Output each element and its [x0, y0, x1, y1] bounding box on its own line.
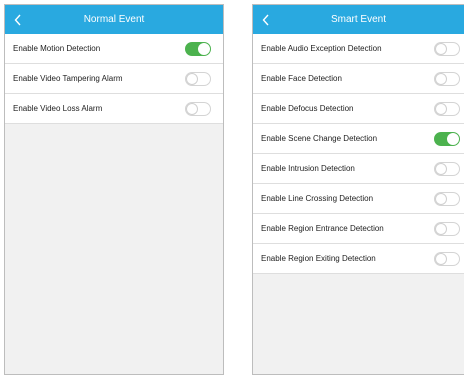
page-title: Smart Event	[330, 14, 387, 25]
toggle-knob	[435, 223, 447, 235]
navigation-bar: Normal Event	[5, 5, 223, 34]
toggle-switch[interactable]	[434, 252, 460, 266]
toggle-knob	[447, 133, 459, 145]
list-item-scene-change-detection[interactable]: Enable Scene Change Detection	[253, 124, 464, 154]
toggle-knob	[435, 193, 447, 205]
item-label: Enable Region Entrance Detection	[261, 224, 384, 233]
toggle-knob	[186, 73, 198, 85]
toggle-switch[interactable]	[434, 132, 460, 146]
item-label: Enable Video Loss Alarm	[13, 104, 103, 113]
list-item-audio-exception-detection[interactable]: Enable Audio Exception Detection	[253, 34, 464, 64]
item-label: Enable Face Detection	[261, 74, 342, 83]
toggle-knob	[186, 103, 198, 115]
list-item-video-tampering-alarm[interactable]: Enable Video Tampering Alarm	[5, 64, 223, 94]
item-label: Enable Region Exiting Detection	[261, 254, 376, 263]
toggle-knob	[198, 43, 210, 55]
toggle-knob	[435, 43, 447, 55]
toggle-knob	[435, 73, 447, 85]
item-label: Enable Audio Exception Detection	[261, 44, 382, 53]
list-item-line-crossing-detection[interactable]: Enable Line Crossing Detection	[253, 184, 464, 214]
toggle-switch[interactable]	[434, 102, 460, 116]
list-item-face-detection[interactable]: Enable Face Detection	[253, 64, 464, 94]
toggle-knob	[435, 163, 447, 175]
list-item-motion-detection[interactable]: Enable Motion Detection	[5, 34, 223, 64]
toggle-switch[interactable]	[434, 42, 460, 56]
list-item-region-entrance-detection[interactable]: Enable Region Entrance Detection	[253, 214, 464, 244]
list-item-region-exiting-detection[interactable]: Enable Region Exiting Detection	[253, 244, 464, 274]
item-label: Enable Video Tampering Alarm	[13, 74, 123, 83]
toggle-switch[interactable]	[434, 192, 460, 206]
toggle-switch[interactable]	[185, 72, 211, 86]
list-item-video-loss-alarm[interactable]: Enable Video Loss Alarm	[5, 94, 223, 124]
toggle-switch[interactable]	[185, 42, 211, 56]
event-list: Enable Motion Detection Enable Video Tam…	[5, 34, 223, 124]
item-label: Enable Scene Change Detection	[261, 134, 378, 143]
item-label: Enable Line Crossing Detection	[261, 194, 374, 203]
item-label: Enable Defocus Detection	[261, 104, 354, 113]
page-title: Normal Event	[83, 14, 145, 25]
list-item-intrusion-detection[interactable]: Enable Intrusion Detection	[253, 154, 464, 184]
item-label: Enable Intrusion Detection	[261, 164, 355, 173]
toggle-switch[interactable]	[434, 162, 460, 176]
normal-event-screen: Normal Event Enable Motion Detection Ena…	[4, 4, 224, 375]
toggle-knob	[435, 253, 447, 265]
item-label: Enable Motion Detection	[13, 44, 101, 53]
smart-event-screen: Smart Event Enable Audio Exception Detec…	[252, 4, 464, 375]
toggle-switch[interactable]	[434, 72, 460, 86]
event-list: Enable Audio Exception Detection Enable …	[253, 34, 464, 274]
toggle-knob	[435, 103, 447, 115]
toggle-switch[interactable]	[185, 102, 211, 116]
navigation-bar: Smart Event	[253, 5, 464, 34]
list-item-defocus-detection[interactable]: Enable Defocus Detection	[253, 94, 464, 124]
toggle-switch[interactable]	[434, 222, 460, 236]
